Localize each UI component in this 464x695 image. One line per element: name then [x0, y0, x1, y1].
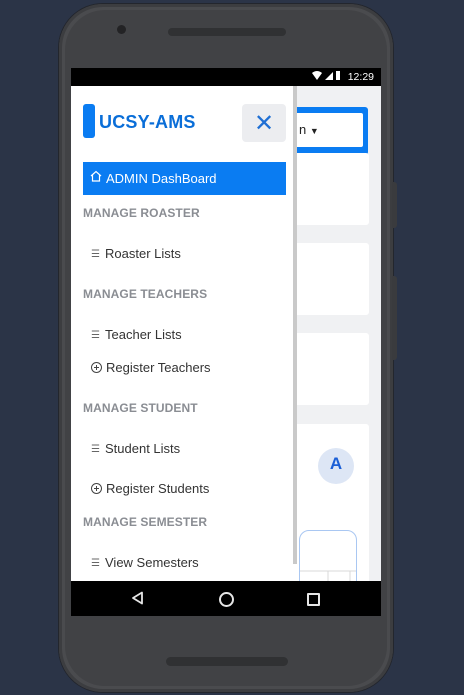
recent-apps-icon[interactable] — [307, 593, 320, 606]
battery-icon — [336, 71, 340, 80]
sidebar-item-label: Roaster Lists — [105, 246, 181, 261]
power-button — [392, 276, 397, 360]
volume-button — [392, 182, 397, 228]
sidebar-item-label: Teacher Lists — [105, 327, 182, 342]
sidebar-item-view-semesters[interactable]: ☰ View Semesters — [91, 555, 199, 570]
dashboard-card — [293, 153, 369, 225]
account-dropdown-inner: n ▼ — [293, 113, 363, 147]
section-manage-roaster: MANAGE ROASTER — [83, 206, 200, 220]
list-icon: ☰ — [91, 558, 100, 569]
plus-circle-icon — [91, 483, 102, 494]
sidebar-item-roaster-lists[interactable]: ☰ Roaster Lists — [91, 246, 181, 261]
dashboard-card — [293, 243, 369, 315]
signal-icon — [325, 72, 333, 80]
close-icon: ✕ — [253, 109, 275, 137]
section-manage-student: MANAGE STUDENT — [83, 401, 198, 415]
list-icon: ☰ — [91, 249, 100, 260]
front-camera — [117, 25, 126, 34]
sidebar-item-label: Register Teachers — [106, 360, 211, 375]
wifi-icon — [312, 71, 340, 80]
sidebar-item-admin-dashboard[interactable]: ADMIN DashBoard — [83, 162, 286, 195]
list-icon: ☰ — [91, 444, 100, 455]
brand-title: UCSY-AMS — [99, 112, 196, 132]
ucsy-logo: A — [318, 448, 354, 484]
sidebar-item-register-teachers[interactable]: Register Teachers — [91, 360, 211, 375]
sidebar-scrollbar[interactable] — [293, 86, 297, 564]
brand-accent-bar — [83, 104, 95, 138]
section-manage-teachers: MANAGE TEACHERS — [83, 287, 208, 301]
status-time: 12:29 — [347, 71, 374, 83]
android-nav-bar — [71, 581, 381, 616]
home-icon — [90, 170, 102, 182]
account-dropdown-button[interactable]: n ▼ — [289, 107, 368, 155]
close-sidebar-button[interactable]: ✕ — [242, 104, 286, 142]
back-icon[interactable] — [131, 591, 145, 605]
plus-circle-icon — [91, 362, 102, 373]
status-icons — [311, 70, 341, 85]
section-manage-semester: MANAGE SEMESTER — [83, 515, 208, 529]
home-nav-icon[interactable] — [219, 592, 234, 607]
sidebar-item-label: View Semesters — [105, 555, 199, 570]
status-bar: 12:29 — [71, 68, 381, 86]
earpiece-speaker — [168, 28, 286, 36]
caret-down-icon: ▼ — [309, 126, 319, 136]
dashboard-card — [293, 333, 369, 405]
sidebar-drawer: UCSY-AMS ✕ ADMIN DashBoard MANAGE ROASTE… — [71, 86, 293, 581]
account-dropdown-text: n ▼ — [299, 122, 319, 137]
sidebar-item-student-lists[interactable]: ☰ Student Lists — [91, 441, 180, 456]
bottom-speaker — [166, 657, 288, 666]
sidebar-item-label: Student Lists — [105, 441, 181, 456]
sidebar-item-register-students[interactable]: Register Students — [91, 481, 209, 496]
sidebar-item-teacher-lists[interactable]: ☰ Teacher Lists — [91, 327, 182, 342]
phone-screen: 12:29 n ▼ A UCSY-AMS ✕ ADMIN DashBoard M… — [71, 68, 381, 616]
sidebar-item-label: ADMIN DashBoard — [106, 171, 217, 186]
list-icon: ☰ — [91, 330, 100, 341]
sidebar-item-label: Register Students — [106, 481, 210, 496]
